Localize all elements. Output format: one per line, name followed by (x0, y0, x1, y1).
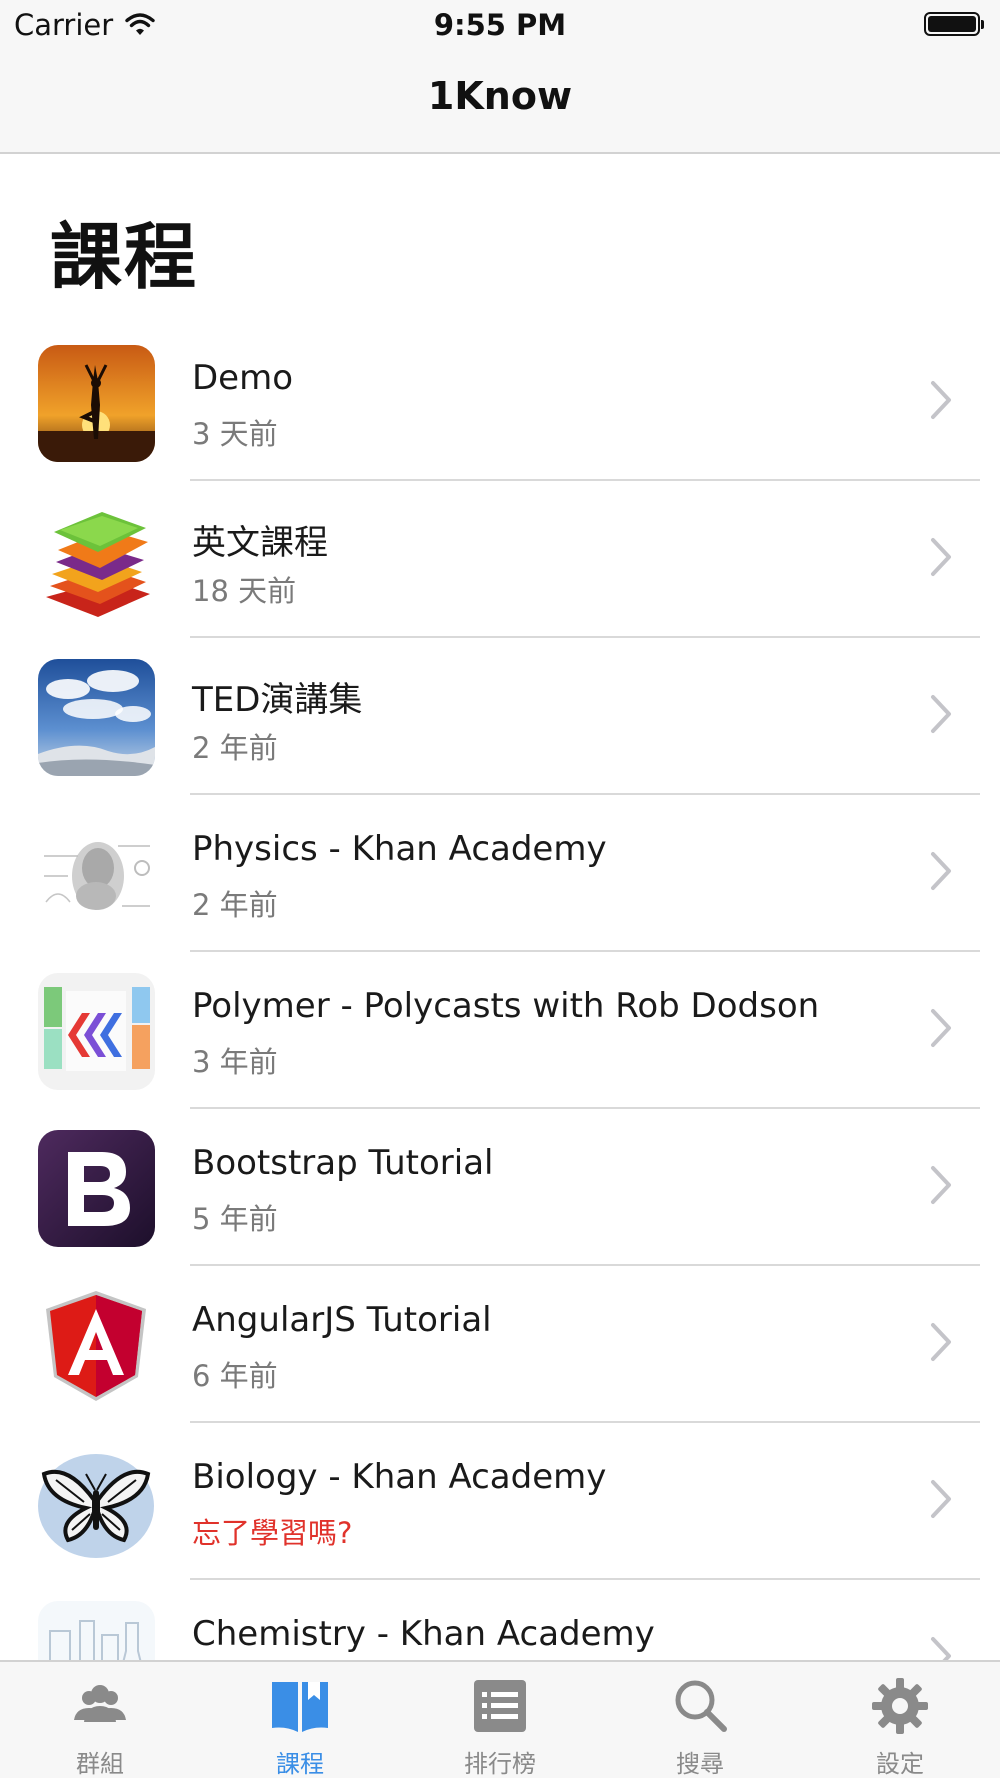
course-title: AngularJS Tutorial (192, 1300, 492, 1340)
tab-label: 排行榜 (464, 1750, 536, 1778)
tab-label: 群組 (76, 1750, 124, 1778)
status-bar: Carrier 9:55 PM (0, 0, 1000, 52)
course-title: Bootstrap Tutorial (192, 1143, 494, 1183)
course-row[interactable]: Bootstrap Tutorial 5 年前 (0, 1109, 1000, 1266)
search-icon (675, 1680, 727, 1732)
course-list: Demo 3 天前 英文課程 18 天前 TED演講集 2 年前 Physics… (0, 324, 1000, 1737)
tab-label: 設定 (876, 1750, 924, 1778)
course-row[interactable]: TED演講集 2 年前 (0, 638, 1000, 795)
tab-settings[interactable]: 設定 (800, 1662, 1000, 1778)
course-row[interactable]: 英文課程 18 天前 (0, 481, 1000, 638)
battery-icon (924, 12, 984, 36)
yoga-sunset-thumbnail (38, 345, 155, 462)
tab-courses[interactable]: 課程 (200, 1662, 400, 1778)
tab-label: 搜尋 (676, 1750, 724, 1778)
course-updated: 3 年前 (192, 1045, 278, 1079)
course-title: TED演講集 (192, 680, 363, 720)
sky-clouds-thumbnail (38, 659, 155, 776)
tab-label: 課程 (276, 1750, 324, 1778)
tab-search[interactable]: 搜尋 (600, 1662, 800, 1778)
polymer-logo-thumbnail (38, 973, 155, 1090)
course-row[interactable]: Biology - Khan Academy 忘了學習嗎? (0, 1423, 1000, 1580)
angular-logo-thumbnail (38, 1287, 155, 1404)
tab-leaderboard[interactable]: 排行榜 (400, 1662, 600, 1778)
chevron-right-icon (931, 1480, 951, 1518)
course-row[interactable]: Polymer - Polycasts with Rob Dodson 3 年前 (0, 952, 1000, 1109)
course-updated: 6 年前 (192, 1359, 278, 1393)
nav-title: 1Know (427, 74, 573, 118)
chevron-right-icon (931, 1166, 951, 1204)
course-reminder: 忘了學習嗎? (192, 1516, 353, 1550)
app-screen: Carrier 9:55 PM 1Know 課程 Demo 3 天前 英文課程 … (0, 0, 1000, 1778)
course-updated: 3 天前 (192, 417, 278, 451)
course-updated: 2 年前 (192, 888, 278, 922)
group-icon (74, 1685, 126, 1722)
course-title: Chemistry - Khan Academy (192, 1614, 655, 1654)
page-title: 課程 (50, 215, 199, 299)
chevron-right-icon (931, 1323, 951, 1361)
course-updated: 18 天前 (192, 574, 297, 608)
chevron-right-icon (931, 538, 951, 576)
course-title: Biology - Khan Academy (192, 1457, 607, 1497)
course-updated: 2 年前 (192, 731, 278, 765)
butterfly-thumbnail (38, 1444, 155, 1561)
course-title: 英文課程 (192, 523, 328, 563)
course-title: Physics - Khan Academy (192, 829, 607, 869)
course-row[interactable]: AngularJS Tutorial 6 年前 (0, 1266, 1000, 1423)
course-title: Demo (192, 358, 294, 398)
bootstrap-logo-thumbnail (38, 1130, 155, 1247)
course-title: Polymer - Polycasts with Rob Dodson (192, 986, 820, 1026)
tab-groups[interactable]: 群組 (0, 1662, 200, 1778)
leaderboard-icon (474, 1680, 526, 1732)
course-row[interactable]: Physics - Khan Academy 2 年前 (0, 795, 1000, 952)
navigation-bar: 1Know (0, 52, 1000, 154)
chevron-right-icon (931, 852, 951, 890)
status-time: 9:55 PM (433, 8, 567, 42)
chevron-right-icon (931, 1009, 951, 1047)
chevron-right-icon (931, 695, 951, 733)
physics-sketch-thumbnail (38, 816, 155, 933)
course-row[interactable]: Demo 3 天前 (0, 324, 1000, 481)
colorful-layers-thumbnail (38, 502, 155, 619)
tab-bar: 群組 課程 排行榜 搜尋 設定 (0, 1660, 1000, 1778)
book-icon (272, 1682, 328, 1732)
chevron-right-icon (931, 381, 951, 419)
course-updated: 5 年前 (192, 1202, 278, 1236)
gear-icon (872, 1678, 928, 1734)
